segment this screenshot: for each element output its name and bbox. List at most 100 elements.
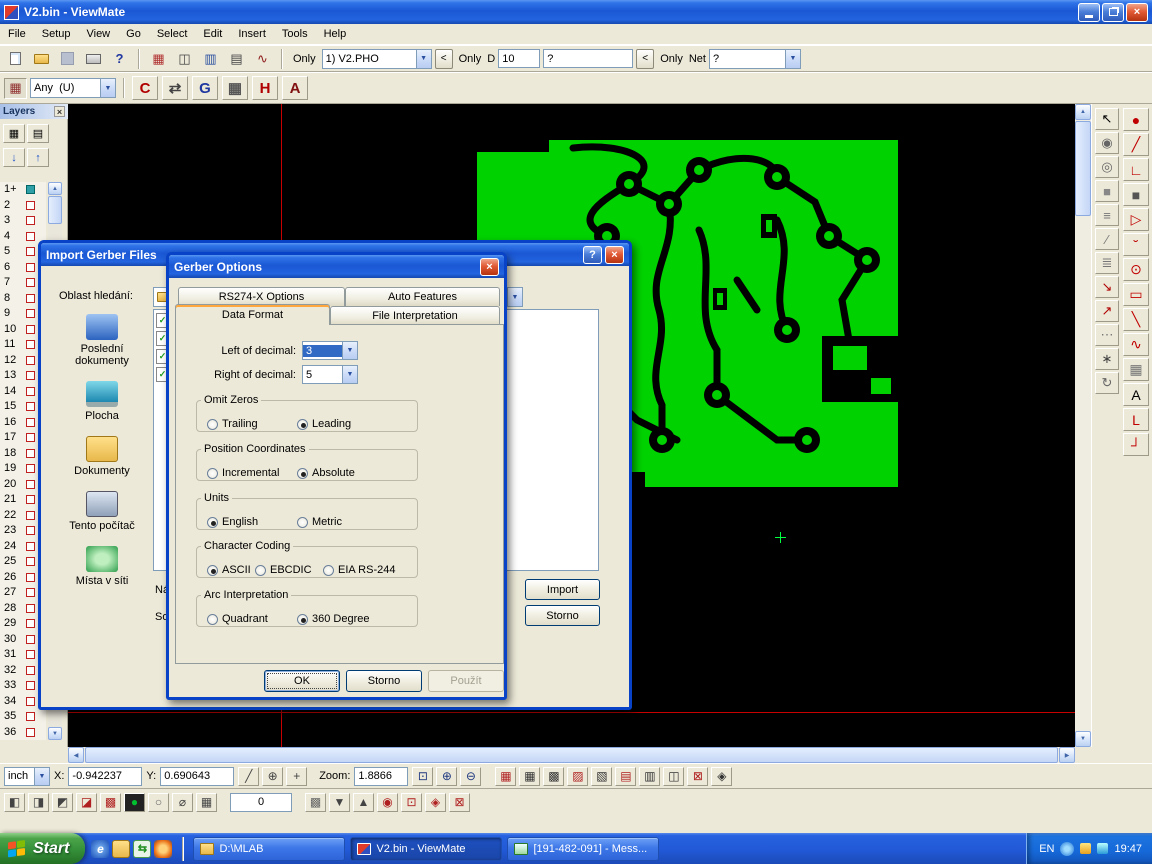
menu-item[interactable]: Select <box>149 26 196 42</box>
layer-color-swatch[interactable] <box>26 232 35 241</box>
combo-arrow-icon[interactable]: ▼ <box>507 288 522 306</box>
draw-pad-icon[interactable]: ● <box>1123 108 1149 131</box>
only-layer-toggle[interactable]: Only <box>290 53 319 65</box>
raise-anchor-icon[interactable]: ▲ <box>353 793 374 812</box>
aperture-list-icon[interactable]: ◫ <box>173 48 196 69</box>
origin-icon[interactable]: ⊕ <box>262 767 283 786</box>
combo-arrow-icon[interactable]: ▼ <box>100 79 115 97</box>
layer-color-swatch[interactable] <box>26 418 35 427</box>
layer-color-swatch[interactable] <box>26 263 35 272</box>
layer-color-swatch[interactable] <box>26 681 35 690</box>
zoom-in-icon[interactable]: ⊕ <box>436 767 457 786</box>
radio-quadrant[interactable]: Quadrant <box>207 613 268 625</box>
pattern-cols-icon[interactable]: ▥ <box>639 767 660 786</box>
swap-tool-icon[interactable]: ⇄ <box>162 76 188 100</box>
layer-row[interactable]: 3 <box>0 213 46 229</box>
pattern-hatch-icon[interactable]: ▨ <box>567 767 588 786</box>
pattern-fill-icon[interactable]: ▩ <box>543 767 564 786</box>
place-recent-documents[interactable]: Poslední dokumenty <box>55 307 149 374</box>
language-indicator[interactable]: EN <box>1039 843 1054 855</box>
layer-combo[interactable]: 1) V2.PHO ▼ <box>322 49 432 69</box>
radio-eia-rs244[interactable]: EIA RS-244 <box>323 564 395 576</box>
move-layer-icon[interactable]: ◨ <box>28 793 49 812</box>
layer-color-swatch[interactable] <box>26 697 35 706</box>
layer-color-swatch[interactable] <box>26 387 35 396</box>
scroll-up-icon[interactable]: ▲ <box>1075 104 1091 120</box>
pad-pattern-box-icon[interactable]: ⊡ <box>401 793 422 812</box>
only-net-toggle[interactable]: Only <box>657 53 686 65</box>
import-cancel-button[interactable]: Storno <box>525 605 600 626</box>
length-l-icon[interactable]: L <box>1123 408 1149 431</box>
dialog-help-button[interactable]: ? <box>583 246 602 264</box>
place-computer[interactable]: Tento počítač <box>55 484 149 539</box>
text-a-icon[interactable]: A <box>1123 383 1149 406</box>
measure-icon[interactable]: ∿ <box>251 48 274 69</box>
tab-auto-features[interactable]: Auto Features <box>345 287 500 306</box>
task-messenger[interactable]: [191-482-091] - Mess... <box>507 837 659 861</box>
filled-square-icon[interactable]: ■ <box>1095 180 1119 202</box>
arrow-se-icon[interactable]: ↘ <box>1095 276 1119 298</box>
open-file-button[interactable] <box>30 48 53 69</box>
dialog-close-button[interactable]: × <box>480 258 499 276</box>
layer-color-swatch[interactable] <box>26 557 35 566</box>
menu-item[interactable]: View <box>78 26 118 42</box>
sync-quicklaunch-icon[interactable]: ⇆ <box>133 840 151 858</box>
close-button[interactable]: × <box>1126 3 1148 22</box>
gcode-tool-icon[interactable]: G <box>192 76 218 100</box>
combo-arrow-icon[interactable]: ▼ <box>785 50 800 68</box>
tray-messenger-icon[interactable] <box>1060 842 1074 856</box>
merge-layer-icon[interactable]: ◪ <box>76 793 97 812</box>
draw-line2-icon[interactable]: ╲ <box>1123 308 1149 331</box>
layer-row[interactable]: 2 <box>0 198 46 214</box>
layer-color-swatch[interactable] <box>26 604 35 613</box>
prev-d-button[interactable]: < <box>636 49 654 69</box>
lamp-icon[interactable]: ○ <box>148 793 169 812</box>
arrow-ne-icon[interactable]: ↗ <box>1095 300 1119 322</box>
layer-row[interactable]: 1+ <box>0 182 46 198</box>
layer-color-swatch[interactable] <box>26 356 35 365</box>
layer-color-swatch[interactable] <box>26 712 35 721</box>
layer-color-swatch[interactable] <box>26 650 35 659</box>
save-file-button[interactable] <box>56 48 79 69</box>
apply-button[interactable]: Použít <box>428 670 504 692</box>
radio-incremental[interactable]: Incremental <box>207 467 279 479</box>
canvas-hscrollbar[interactable]: ◀ ▶ <box>68 747 1075 763</box>
layer-color-swatch[interactable] <box>26 402 35 411</box>
layer-move-up-button[interactable]: ↑ <box>27 148 49 167</box>
clock[interactable]: 19:47 <box>1114 843 1142 855</box>
layer-color-swatch[interactable] <box>26 511 35 520</box>
scroll-right-icon[interactable]: ▶ <box>1059 747 1075 763</box>
combo-arrow-icon[interactable]: ▼ <box>342 366 357 383</box>
scroll-up-icon[interactable]: ▲ <box>48 182 62 195</box>
aperture-flash-button[interactable]: ▦ <box>4 78 27 99</box>
dot-grid-icon[interactable]: ▩ <box>305 793 326 812</box>
tray-update-icon[interactable] <box>1080 843 1091 854</box>
cursor-tool-icon[interactable]: ↖ <box>1095 108 1119 130</box>
text-tool-icon[interactable]: A <box>282 76 308 100</box>
swap-layer-icon[interactable]: ◩ <box>52 793 73 812</box>
layer-color-swatch[interactable] <box>26 201 35 210</box>
grid-tool-icon[interactable]: ▦ <box>222 76 248 100</box>
scroll-thumb[interactable] <box>48 196 62 224</box>
layer-move-down-button[interactable]: ↓ <box>3 148 25 167</box>
draw-triangle-icon[interactable]: ▷ <box>1123 208 1149 231</box>
radio-absolute[interactable]: Absolute <box>297 467 355 479</box>
layer-color-swatch[interactable] <box>26 635 35 644</box>
layer-color-swatch[interactable] <box>26 371 35 380</box>
start-button[interactable]: Start <box>0 833 85 864</box>
zoom-out-icon[interactable]: ⊖ <box>460 767 481 786</box>
layer-color-swatch[interactable] <box>26 526 35 535</box>
draw-curve-icon[interactable]: ∿ <box>1123 333 1149 356</box>
net-grid-icon[interactable]: ▤ <box>225 48 248 69</box>
layers-panel-caption[interactable]: Layers × <box>0 104 68 119</box>
print-button[interactable] <box>82 48 105 69</box>
only-d-toggle[interactable]: Only <box>456 53 485 65</box>
scroll-down-icon[interactable]: ▼ <box>48 727 62 740</box>
dots-icon[interactable]: ⋯ <box>1095 324 1119 346</box>
combo-arrow-icon[interactable]: ▼ <box>342 342 357 359</box>
scroll-thumb[interactable] <box>85 747 1058 763</box>
cancel-button[interactable]: Storno <box>346 670 422 692</box>
layer-color-swatch[interactable] <box>26 325 35 334</box>
tray-network-icon[interactable] <box>1097 843 1108 854</box>
draw-arc-icon[interactable]: ˘ <box>1123 233 1149 256</box>
